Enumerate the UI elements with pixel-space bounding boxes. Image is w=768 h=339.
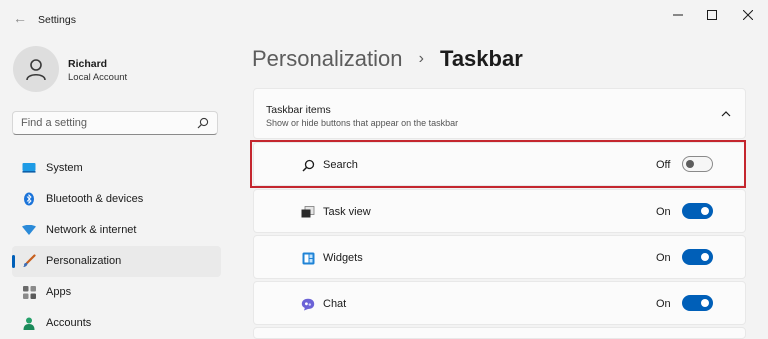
page-title: Taskbar bbox=[440, 46, 523, 71]
toggle-state-label: On bbox=[656, 206, 671, 218]
bluetooth-icon bbox=[22, 192, 36, 206]
toggle-knob bbox=[701, 299, 709, 307]
minimize-button[interactable] bbox=[667, 6, 689, 24]
sidebar-item-label: System bbox=[46, 162, 83, 174]
maximize-button[interactable] bbox=[701, 6, 723, 24]
sidebar-item-label: Bluetooth & devices bbox=[46, 193, 144, 205]
chat-icon bbox=[301, 297, 315, 311]
taskbar-next-section bbox=[253, 327, 746, 339]
task-view-icon bbox=[301, 205, 315, 219]
sidebar-item-label: Apps bbox=[46, 286, 72, 298]
toggle-knob bbox=[701, 207, 709, 215]
sidebar-nav: System Bluetooth & devices Network & int… bbox=[12, 153, 221, 339]
sidebar-item-network[interactable]: Network & internet bbox=[12, 215, 221, 246]
taskbar-item-label: Widgets bbox=[323, 252, 363, 264]
taskbar-item-label: Task view bbox=[323, 206, 371, 218]
minimize-icon bbox=[673, 14, 683, 16]
apps-icon bbox=[22, 285, 36, 299]
wifi-icon bbox=[22, 223, 36, 237]
section-title: Taskbar items bbox=[266, 104, 331, 116]
taskbar-item-task-view: Task view On bbox=[253, 189, 746, 233]
search-icon[interactable] bbox=[197, 117, 209, 129]
taskbar-items-header[interactable]: Taskbar items Show or hide buttons that … bbox=[253, 88, 746, 139]
taskbar-item-search: Search Off bbox=[253, 142, 746, 186]
breadcrumb-separator: › bbox=[418, 50, 424, 67]
maximize-icon bbox=[707, 10, 717, 20]
sidebar-item-apps[interactable]: Apps bbox=[12, 277, 221, 308]
sidebar-item-system[interactable]: System bbox=[12, 153, 221, 184]
sidebar-item-label: Personalization bbox=[46, 255, 122, 267]
breadcrumb: Personalization › Taskbar bbox=[252, 46, 523, 72]
taskbar-item-label: Search bbox=[323, 159, 358, 171]
breadcrumb-parent[interactable]: Personalization bbox=[252, 46, 402, 71]
toggle-state-label: Off bbox=[656, 159, 671, 171]
settings-window: ← Settings Richard Local Account Find a … bbox=[0, 0, 768, 339]
sidebar-item-bluetooth[interactable]: Bluetooth & devices bbox=[12, 184, 221, 215]
sidebar-item-label: Network & internet bbox=[46, 224, 137, 236]
search-toggle[interactable] bbox=[682, 156, 713, 172]
search-input[interactable] bbox=[21, 116, 191, 130]
sidebar-item-personalization[interactable]: Personalization bbox=[12, 246, 221, 277]
taskbar-item-chat: Chat On bbox=[253, 281, 746, 325]
toggle-knob bbox=[686, 160, 694, 168]
chevron-up-icon[interactable] bbox=[719, 108, 733, 120]
person-icon bbox=[22, 316, 36, 330]
task-view-toggle[interactable] bbox=[682, 203, 713, 219]
search-icon bbox=[301, 158, 315, 172]
back-arrow-icon[interactable]: ← bbox=[10, 8, 30, 28]
toggle-state-label: On bbox=[656, 298, 671, 310]
taskbar-item-widgets: Widgets On bbox=[253, 235, 746, 279]
taskbar-item-label: Chat bbox=[323, 298, 347, 310]
widgets-toggle[interactable] bbox=[682, 249, 713, 265]
title-bar: ← Settings bbox=[0, 0, 768, 36]
toggle-state-label: On bbox=[656, 252, 671, 264]
avatar[interactable] bbox=[13, 46, 59, 92]
toggle-knob bbox=[701, 253, 709, 261]
user-account-type: Local Account bbox=[68, 72, 128, 83]
person-icon bbox=[26, 59, 46, 81]
chat-toggle[interactable] bbox=[682, 295, 713, 311]
selection-indicator bbox=[12, 255, 15, 268]
sidebar-item-accounts[interactable]: Accounts bbox=[12, 308, 221, 339]
sidebar-item-label: Accounts bbox=[46, 317, 92, 329]
brush-icon bbox=[22, 254, 36, 268]
close-button[interactable] bbox=[737, 6, 759, 24]
widgets-icon bbox=[301, 251, 315, 265]
system-icon bbox=[22, 161, 36, 175]
close-icon bbox=[743, 10, 753, 20]
section-subtitle: Show or hide buttons that appear on the … bbox=[266, 118, 459, 128]
search-box[interactable] bbox=[12, 111, 218, 135]
app-title: Settings bbox=[38, 14, 76, 26]
user-name: Richard bbox=[68, 58, 108, 70]
